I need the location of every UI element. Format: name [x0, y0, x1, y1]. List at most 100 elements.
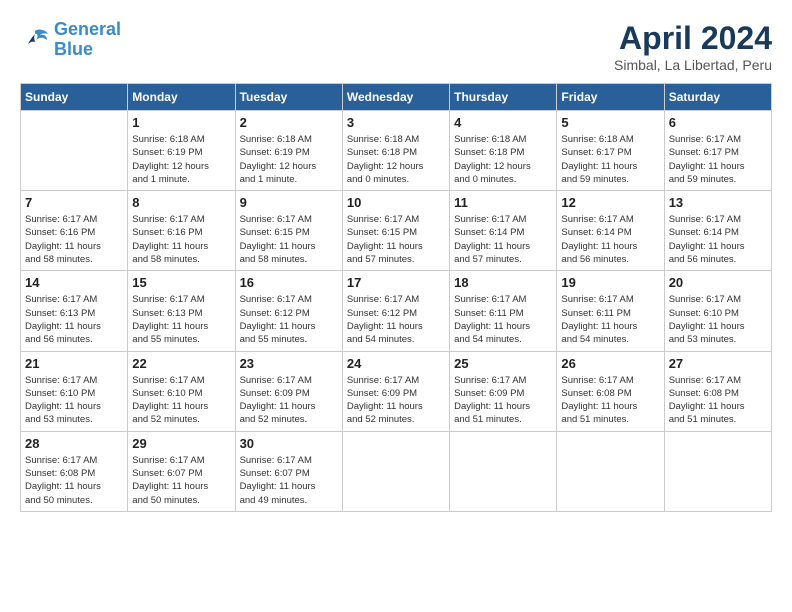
day-info: Sunrise: 6:18 AM Sunset: 6:19 PM Dayligh…	[132, 133, 230, 186]
calendar-cell: 13 Sunrise: 6:17 AM Sunset: 6:14 PM Dayli…	[664, 191, 771, 271]
calendar-table: SundayMondayTuesdayWednesdayThursdayFrid…	[20, 83, 772, 512]
calendar-cell: 17 Sunrise: 6:17 AM Sunset: 6:12 PM Dayli…	[342, 271, 449, 351]
calendar-cell: 22 Sunrise: 6:17 AM Sunset: 6:10 PM Dayli…	[128, 351, 235, 431]
calendar-cell: 25 Sunrise: 6:17 AM Sunset: 6:09 PM Dayli…	[450, 351, 557, 431]
day-number: 16	[240, 275, 338, 290]
logo-text: General Blue	[54, 20, 121, 60]
day-number: 14	[25, 275, 123, 290]
day-number: 20	[669, 275, 767, 290]
day-number: 29	[132, 436, 230, 451]
day-number: 28	[25, 436, 123, 451]
calendar-cell: 12Sunrise: 6:17 AM Sunset: 6:14 PM Dayli…	[557, 191, 664, 271]
day-number: 21	[25, 356, 123, 371]
logo: General Blue	[20, 20, 121, 60]
day-number: 10	[347, 195, 445, 210]
day-info: Sunrise: 6:17 AM Sunset: 6:14 PM Dayligh…	[454, 213, 552, 266]
day-info: Sunrise: 6:18 AM Sunset: 6:19 PM Dayligh…	[240, 133, 338, 186]
calendar-cell: 1 Sunrise: 6:18 AM Sunset: 6:19 PM Daylig…	[128, 111, 235, 191]
day-info: Sunrise: 6:17 AM Sunset: 6:16 PM Dayligh…	[25, 213, 123, 266]
calendar-cell	[557, 431, 664, 511]
day-info: Sunrise: 6:18 AM Sunset: 6:17 PM Dayligh…	[561, 133, 659, 186]
day-info: Sunrise: 6:17 AM Sunset: 6:15 PM Dayligh…	[347, 213, 445, 266]
day-info: Sunrise: 6:17 AM Sunset: 6:08 PM Dayligh…	[25, 454, 123, 507]
day-info: Sunrise: 6:17 AM Sunset: 6:15 PM Dayligh…	[240, 213, 338, 266]
calendar-cell	[21, 111, 128, 191]
calendar-cell: 8Sunrise: 6:17 AM Sunset: 6:16 PM Daylig…	[128, 191, 235, 271]
calendar-cell: 23 Sunrise: 6:17 AM Sunset: 6:09 PM Dayli…	[235, 351, 342, 431]
day-info: Sunrise: 6:17 AM Sunset: 6:07 PM Dayligh…	[240, 454, 338, 507]
calendar-day-header: Sunday	[21, 84, 128, 111]
calendar-day-header: Wednesday	[342, 84, 449, 111]
calendar-cell: 29Sunrise: 6:17 AM Sunset: 6:07 PM Dayli…	[128, 431, 235, 511]
day-number: 9	[240, 195, 338, 210]
logo-icon	[20, 26, 50, 54]
day-info: Sunrise: 6:17 AM Sunset: 6:09 PM Dayligh…	[347, 374, 445, 427]
title-block: April 2024 Simbal, La Libertad, Peru	[614, 20, 772, 73]
day-number: 25	[454, 356, 552, 371]
calendar-cell: 28 Sunrise: 6:17 AM Sunset: 6:08 PM Dayli…	[21, 431, 128, 511]
day-info: Sunrise: 6:17 AM Sunset: 6:08 PM Dayligh…	[669, 374, 767, 427]
calendar-cell: 11 Sunrise: 6:17 AM Sunset: 6:14 PM Dayli…	[450, 191, 557, 271]
day-number: 1	[132, 115, 230, 130]
calendar-day-header: Tuesday	[235, 84, 342, 111]
calendar-cell: 21Sunrise: 6:17 AM Sunset: 6:10 PM Dayli…	[21, 351, 128, 431]
calendar-cell: 15 Sunrise: 6:17 AM Sunset: 6:13 PM Dayli…	[128, 271, 235, 351]
day-info: Sunrise: 6:17 AM Sunset: 6:12 PM Dayligh…	[347, 293, 445, 346]
day-info: Sunrise: 6:17 AM Sunset: 6:13 PM Dayligh…	[25, 293, 123, 346]
calendar-day-header: Saturday	[664, 84, 771, 111]
day-info: Sunrise: 6:18 AM Sunset: 6:18 PM Dayligh…	[347, 133, 445, 186]
calendar-cell: 30 Sunrise: 6:17 AM Sunset: 6:07 PM Dayli…	[235, 431, 342, 511]
calendar-cell	[342, 431, 449, 511]
day-info: Sunrise: 6:17 AM Sunset: 6:09 PM Dayligh…	[240, 374, 338, 427]
calendar-cell: 24 Sunrise: 6:17 AM Sunset: 6:09 PM Dayli…	[342, 351, 449, 431]
page-header: General Blue April 2024 Simbal, La Liber…	[20, 20, 772, 73]
day-number: 27	[669, 356, 767, 371]
day-number: 2	[240, 115, 338, 130]
day-number: 3	[347, 115, 445, 130]
calendar-day-header: Monday	[128, 84, 235, 111]
calendar-cell: 26Sunrise: 6:17 AM Sunset: 6:08 PM Dayli…	[557, 351, 664, 431]
day-info: Sunrise: 6:17 AM Sunset: 6:09 PM Dayligh…	[454, 374, 552, 427]
calendar-day-header: Friday	[557, 84, 664, 111]
calendar-cell: 3 Sunrise: 6:18 AM Sunset: 6:18 PM Daylig…	[342, 111, 449, 191]
day-info: Sunrise: 6:17 AM Sunset: 6:10 PM Dayligh…	[132, 374, 230, 427]
day-number: 4	[454, 115, 552, 130]
calendar-header-row: SundayMondayTuesdayWednesdayThursdayFrid…	[21, 84, 772, 111]
calendar-cell: 27 Sunrise: 6:17 AM Sunset: 6:08 PM Dayli…	[664, 351, 771, 431]
calendar-cell	[664, 431, 771, 511]
month-title: April 2024	[614, 20, 772, 57]
day-number: 23	[240, 356, 338, 371]
calendar-week-row: 28 Sunrise: 6:17 AM Sunset: 6:08 PM Dayli…	[21, 431, 772, 511]
calendar-cell: 9 Sunrise: 6:17 AM Sunset: 6:15 PM Daylig…	[235, 191, 342, 271]
day-number: 19	[561, 275, 659, 290]
day-number: 24	[347, 356, 445, 371]
calendar-cell	[450, 431, 557, 511]
calendar-cell: 18Sunrise: 6:17 AM Sunset: 6:11 PM Dayli…	[450, 271, 557, 351]
day-number: 13	[669, 195, 767, 210]
day-info: Sunrise: 6:17 AM Sunset: 6:14 PM Dayligh…	[669, 213, 767, 266]
day-number: 8	[132, 195, 230, 210]
day-number: 17	[347, 275, 445, 290]
calendar-week-row: 14 Sunrise: 6:17 AM Sunset: 6:13 PM Dayli…	[21, 271, 772, 351]
day-info: Sunrise: 6:17 AM Sunset: 6:08 PM Dayligh…	[561, 374, 659, 427]
calendar-week-row: 21 Sunrise: 6:17 AM Sunset: 6:10 PM Dayli…	[21, 351, 772, 431]
day-number: 11	[454, 195, 552, 210]
day-number: 7	[25, 195, 123, 210]
day-info: Sunrise: 6:17 AM Sunset: 6:10 PM Dayligh…	[669, 293, 767, 346]
day-info: Sunrise: 6:17 AM Sunset: 6:14 PM Dayligh…	[561, 213, 659, 266]
day-number: 22	[132, 356, 230, 371]
calendar-day-header: Thursday	[450, 84, 557, 111]
day-number: 15	[132, 275, 230, 290]
day-number: 30	[240, 436, 338, 451]
calendar-cell: 4 Sunrise: 6:18 AM Sunset: 6:18 PM Daylig…	[450, 111, 557, 191]
calendar-cell: 2 Sunrise: 6:18 AM Sunset: 6:19 PM Daylig…	[235, 111, 342, 191]
day-info: Sunrise: 6:17 AM Sunset: 6:13 PM Dayligh…	[132, 293, 230, 346]
day-info: Sunrise: 6:17 AM Sunset: 6:17 PM Dayligh…	[669, 133, 767, 186]
calendar-cell: 6 Sunrise: 6:17 AM Sunset: 6:17 PM Daylig…	[664, 111, 771, 191]
day-info: Sunrise: 6:18 AM Sunset: 6:18 PM Dayligh…	[454, 133, 552, 186]
calendar-cell: 7 Sunrise: 6:17 AM Sunset: 6:16 PM Daylig…	[21, 191, 128, 271]
calendar-cell: 10 Sunrise: 6:17 AM Sunset: 6:15 PM Dayli…	[342, 191, 449, 271]
day-number: 6	[669, 115, 767, 130]
day-info: Sunrise: 6:17 AM Sunset: 6:12 PM Dayligh…	[240, 293, 338, 346]
logo-line2: Blue	[54, 39, 93, 59]
